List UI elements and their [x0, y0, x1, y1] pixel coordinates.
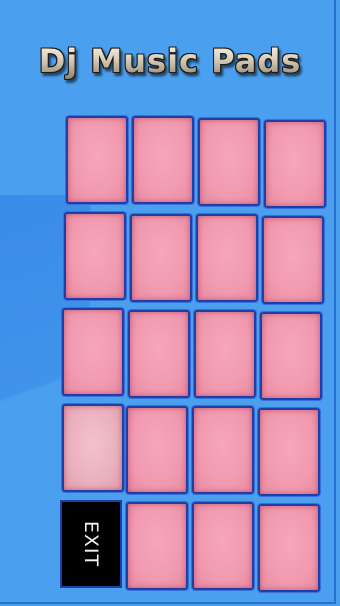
exit-button[interactable]: EXIT — [60, 500, 122, 588]
pad-r3-c4[interactable] — [260, 312, 322, 400]
app-screen: Dj Music Pads EXIT — [0, 0, 340, 606]
pad-r4-c4[interactable] — [258, 408, 320, 496]
pad-r5-c3[interactable] — [192, 502, 254, 590]
pad-r4-c3[interactable] — [192, 406, 254, 494]
pad-r2-c3[interactable] — [196, 214, 258, 302]
pad-r1-c3[interactable] — [198, 118, 260, 206]
pad-r2-c1[interactable] — [64, 212, 126, 300]
pad-r1-c4[interactable] — [264, 120, 326, 208]
pad-r4-c2[interactable] — [126, 406, 188, 494]
exit-button-label: EXIT — [80, 520, 102, 568]
pad-r1-c1[interactable] — [66, 116, 128, 204]
pad-r4-c1[interactable] — [62, 404, 124, 492]
pad-r2-c4[interactable] — [262, 216, 324, 304]
pad-r5-c2[interactable] — [126, 502, 188, 590]
pad-r3-c1[interactable] — [62, 308, 124, 396]
pad-grid: EXIT — [60, 114, 330, 594]
app-title: Dj Music Pads — [0, 42, 340, 80]
pad-r3-c2[interactable] — [128, 310, 190, 398]
pad-r5-c4[interactable] — [258, 504, 320, 592]
pad-r2-c2[interactable] — [130, 214, 192, 302]
pad-r3-c3[interactable] — [194, 310, 256, 398]
pad-r1-c2[interactable] — [132, 116, 194, 204]
